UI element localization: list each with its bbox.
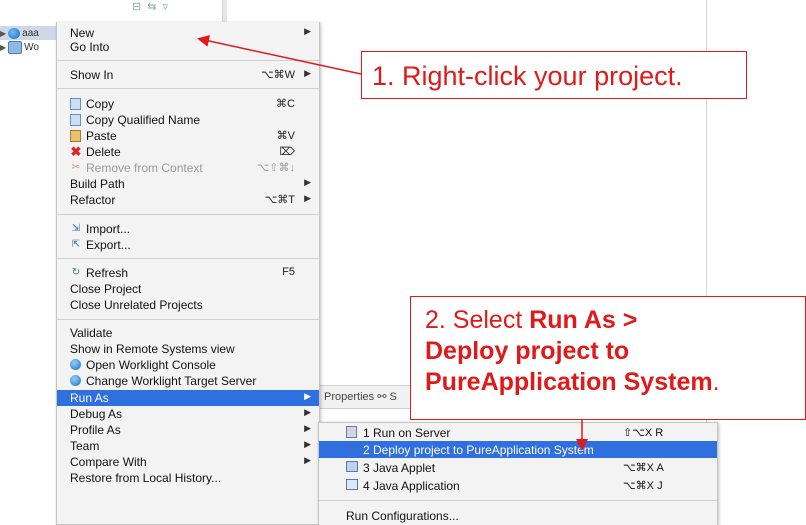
- callout-step-2-suffix: .: [712, 368, 720, 396]
- menu-item-paste[interactable]: Paste ⌘V: [57, 128, 319, 144]
- menu-item-refresh[interactable]: ↻ Refresh F5: [57, 265, 319, 281]
- views-tab-label[interactable]: Properties ⚯ S: [324, 390, 397, 403]
- submenu-arrow-icon: ▶: [304, 439, 311, 449]
- tree-item-project[interactable]: ▶ aaa: [0, 26, 56, 40]
- callout-step-2-bold-1: Run As >: [529, 306, 638, 334]
- menu-separator: [57, 258, 319, 259]
- submenu-item-run-configurations[interactable]: Run Configurations...: [319, 507, 717, 524]
- project-globe-icon: [8, 27, 21, 39]
- menu-item-open-worklight-console[interactable]: Open Worklight Console: [57, 357, 319, 373]
- explorer-toolbar: ⊟ ⇆ ▿: [132, 0, 168, 14]
- menu-item-refactor[interactable]: Refactor ⌥⌘T ▶: [57, 192, 319, 208]
- menu-item-debug-as[interactable]: Debug As ▶: [57, 406, 319, 422]
- callout-step-2: 2. Select Run As > Deploy project to Pur…: [410, 296, 806, 420]
- copy-qualified-icon: [70, 114, 81, 126]
- refresh-icon: ↻: [71, 267, 81, 278]
- submenu-arrow-icon: ▶: [304, 455, 311, 465]
- menu-item-build-path[interactable]: Build Path ▶: [57, 176, 319, 192]
- callout-step-1: 1. Right-click your project.: [361, 51, 747, 99]
- workspace-label: Wo: [24, 41, 39, 53]
- submenu-arrow-icon: ▶: [304, 193, 311, 203]
- menu-item-remove-from-context[interactable]: ✂ Remove from Context ⌥⇧⌘↓: [57, 160, 319, 176]
- submenu-item-run-on-server[interactable]: 1 Run on Server ⇧⌥X R: [319, 424, 717, 441]
- menu-item-show-in[interactable]: Show In ⌥⌘W ▶: [57, 67, 319, 83]
- submenu-item-java-applet[interactable]: 3 Java Applet ⌥⌘X A: [319, 459, 717, 476]
- callout-step-2-prefix: 2. Select: [425, 306, 530, 334]
- submenu-arrow-icon: ▶: [304, 423, 311, 433]
- menu-item-import[interactable]: ⇲ Import...: [57, 221, 319, 237]
- worklight-icon: [70, 359, 81, 370]
- menu-item-show-remote-systems[interactable]: Show in Remote Systems view: [57, 341, 319, 357]
- menu-separator: [57, 319, 319, 320]
- collapse-all-icon[interactable]: ⊟: [132, 0, 141, 14]
- paste-icon: [70, 130, 81, 142]
- menu-item-profile-as[interactable]: Profile As ▶: [57, 422, 319, 438]
- submenu-separator: [319, 500, 717, 501]
- submenu-item-deploy-pureapplication[interactable]: ⛭ 2 Deploy project to PureApplication Sy…: [319, 441, 717, 458]
- submenu-arrow-icon: ▶: [304, 177, 311, 187]
- view-menu-icon[interactable]: ▿: [162, 0, 168, 14]
- java-applet-icon: [346, 461, 358, 472]
- menu-item-copy-qualified-name[interactable]: Copy Qualified Name: [57, 112, 319, 128]
- menu-item-team[interactable]: Team ▶: [57, 438, 319, 454]
- menu-item-validate[interactable]: Validate: [57, 325, 319, 341]
- export-icon: ⇱: [71, 239, 81, 250]
- menu-item-compare-with[interactable]: Compare With ▶: [57, 454, 319, 470]
- menu-item-go-into[interactable]: Go Into: [57, 39, 319, 55]
- submenu-item-java-application[interactable]: 4 Java Application ⌥⌘X J: [319, 477, 717, 494]
- callout-step-1-text: 1. Right-click your project.: [372, 61, 683, 91]
- import-icon: ⇲: [71, 223, 81, 234]
- menu-separator: [57, 60, 319, 61]
- menu-item-close-unrelated-projects[interactable]: Close Unrelated Projects: [57, 297, 319, 313]
- submenu-arrow-icon: ▶: [304, 68, 311, 78]
- menu-item-delete[interactable]: ✖ Delete ⌦: [57, 144, 319, 160]
- worklight-icon: [70, 375, 81, 386]
- project-label: aaa: [22, 27, 39, 39]
- context-menu: New ▶ Go Into Show In ⌥⌘W ▶ Copy ⌘C Copy…: [56, 22, 320, 525]
- menu-item-close-project[interactable]: Close Project: [57, 281, 319, 297]
- submenu-arrow-icon: ▶: [304, 407, 311, 417]
- menu-separator: [57, 214, 319, 215]
- tree-item-workspace[interactable]: ▶ Wo: [0, 40, 39, 54]
- run-as-submenu: 1 Run on Server ⇧⌥X R ⛭ 2 Deploy project…: [318, 422, 718, 525]
- submenu-arrow-icon: ▶: [304, 26, 311, 36]
- deploy-icon: ⛭: [348, 443, 356, 454]
- menu-item-change-worklight-server[interactable]: Change Worklight Target Server: [57, 373, 319, 389]
- expand-arrow-icon[interactable]: ▶: [0, 43, 6, 52]
- callout-step-2-bold-3: PureApplication System: [425, 368, 713, 396]
- menu-item-export[interactable]: ⇱ Export...: [57, 237, 319, 253]
- menu-item-run-as[interactable]: Run As ▶: [57, 390, 319, 406]
- java-application-icon: [346, 479, 358, 490]
- copy-icon: [70, 98, 81, 110]
- folder-icon: [8, 40, 23, 54]
- server-icon: [346, 426, 357, 438]
- menu-separator: [57, 88, 319, 89]
- expand-arrow-icon[interactable]: ▶: [0, 29, 6, 38]
- menu-item-restore-local-history[interactable]: Restore from Local History...: [57, 470, 319, 486]
- delete-icon: ✖: [70, 144, 82, 159]
- menu-item-copy[interactable]: Copy ⌘C: [57, 96, 319, 112]
- link-editor-icon[interactable]: ⇆: [147, 0, 156, 14]
- remove-context-icon: ✂: [71, 162, 81, 173]
- submenu-arrow-icon: ▶: [304, 391, 311, 401]
- callout-step-2-bold-2: Deploy project to: [425, 337, 630, 365]
